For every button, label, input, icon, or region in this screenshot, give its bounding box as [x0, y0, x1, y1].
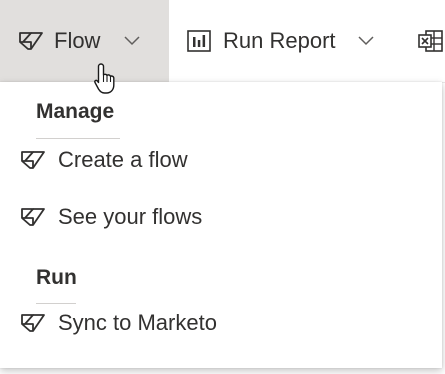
flow-icon: [20, 206, 46, 228]
chevron-down-icon: [357, 36, 374, 46]
report-icon: [186, 29, 212, 53]
menu-item-label: Sync to Marketo: [58, 310, 217, 335]
section-header-manage: Manage: [36, 100, 115, 123]
flow-button-label: Flow: [54, 28, 101, 53]
flow-icon: [20, 312, 46, 334]
flow-dropdown-menu: Manage Create a flow See your flows Run: [0, 82, 442, 368]
menu-item-see-your-flows[interactable]: See your flows: [0, 192, 442, 242]
flow-icon: [20, 149, 46, 171]
command-bar: Flow Run Report: [0, 0, 445, 83]
excel-icon: [418, 29, 444, 53]
hand-pointer-cursor-icon: [92, 62, 120, 96]
menu-item-label: See your flows: [58, 204, 203, 229]
section-header-run: Run: [36, 266, 77, 289]
flow-icon: [18, 30, 44, 52]
run-report-label: Run Report: [223, 28, 336, 53]
run-report-button[interactable]: Run Report: [186, 0, 396, 82]
menu-item-label: Create a flow: [58, 147, 188, 172]
chevron-down-icon: [124, 36, 140, 46]
menu-item-create-a-flow[interactable]: Create a flow: [0, 135, 442, 185]
excel-button[interactable]: [418, 0, 445, 82]
menu-item-sync-to-marketo[interactable]: Sync to Marketo: [0, 298, 442, 348]
flow-button[interactable]: Flow: [0, 0, 169, 82]
